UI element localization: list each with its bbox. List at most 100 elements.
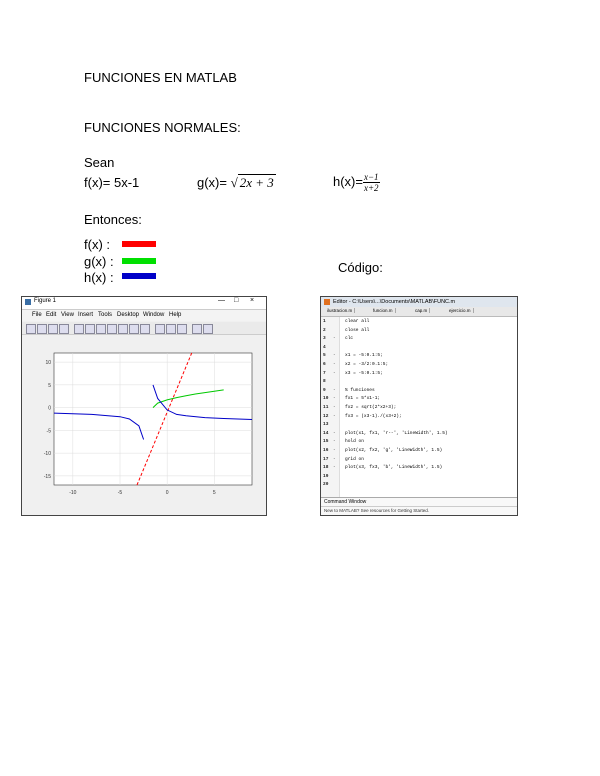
menu-window[interactable]: Window bbox=[143, 312, 164, 318]
breakpoint-marker[interactable]: - bbox=[333, 405, 336, 410]
legend-icon[interactable] bbox=[177, 324, 187, 334]
menu-view[interactable]: View bbox=[61, 312, 74, 318]
editor-icon bbox=[324, 299, 330, 305]
editor-tab[interactable]: cap.m bbox=[415, 308, 431, 313]
new-figure-icon[interactable] bbox=[26, 324, 36, 334]
y-tick-label: -15 bbox=[44, 474, 51, 480]
intro-text: Sean bbox=[84, 155, 115, 170]
breakpoint-marker[interactable]: - bbox=[333, 336, 336, 341]
code-line: fx3 = (x3-1)./(x3+2); bbox=[345, 413, 402, 419]
breakpoint-marker[interactable]: - bbox=[333, 362, 336, 367]
x-tick-label: -5 bbox=[118, 490, 123, 496]
code-line: fx2 = sqrt(2*x2+3); bbox=[345, 405, 397, 410]
line-number: 9 bbox=[323, 387, 326, 393]
breakpoint-marker[interactable]: - bbox=[333, 414, 336, 419]
menu-tools[interactable]: Tools bbox=[98, 312, 112, 318]
close-button[interactable]: × bbox=[250, 297, 254, 304]
command-window[interactable]: Command Window New to MATLAB? See resour… bbox=[321, 497, 517, 515]
command-window-label: Command Window bbox=[321, 498, 517, 507]
line-number: 13 bbox=[323, 422, 329, 428]
rotate-icon[interactable] bbox=[118, 324, 128, 334]
plot-area: -10 -5 0 5 10 5 0 -5 -10 -15 bbox=[26, 335, 262, 511]
line-number: 16 bbox=[323, 448, 329, 453]
line-number: 18 bbox=[323, 465, 329, 471]
line-number: 4 bbox=[323, 344, 326, 350]
menu-desktop[interactable]: Desktop bbox=[117, 312, 139, 318]
menu-help[interactable]: Help bbox=[169, 312, 181, 318]
sqrt-sign: √ bbox=[230, 175, 238, 190]
legend-label-f: f(x) : bbox=[84, 237, 110, 252]
x-tick-label: -10 bbox=[69, 490, 76, 496]
open-file-icon[interactable] bbox=[37, 324, 47, 334]
menu-file[interactable]: File bbox=[32, 312, 42, 318]
code-line: plot(x3, fx3, 'b', 'LineWidth', 1.5) bbox=[345, 465, 443, 471]
editor-tabs: ilustracion.m funcion.m cap.m ejercicio.… bbox=[321, 307, 517, 317]
code-line: plot(x1, fx1, 'r--', 'LineWidth', 1.5) bbox=[345, 430, 448, 436]
then-label: Entonces: bbox=[84, 212, 142, 227]
axes-box bbox=[53, 352, 253, 486]
line-number: 3 bbox=[323, 336, 326, 342]
zoom-in-icon[interactable] bbox=[85, 324, 95, 334]
code-line: clear all bbox=[345, 319, 370, 324]
menu-insert[interactable]: Insert bbox=[78, 312, 93, 318]
breakpoint-marker[interactable]: - bbox=[333, 431, 336, 436]
breakpoint-marker[interactable]: - bbox=[333, 396, 336, 401]
dock-icon[interactable] bbox=[203, 324, 213, 334]
data-cursor-icon[interactable] bbox=[129, 324, 139, 334]
legend-label-g: g(x) : bbox=[84, 254, 114, 269]
matlab-icon bbox=[25, 299, 31, 305]
zoom-out-icon[interactable] bbox=[96, 324, 106, 334]
command-window-text: New to MATLAB? See resources for Getting… bbox=[324, 508, 429, 513]
fraction-numerator: x−1 bbox=[362, 172, 380, 183]
code-line: fx1 = 5*x1-1; bbox=[345, 396, 381, 402]
code-line: hold on bbox=[345, 439, 364, 445]
editor-tab[interactable]: ilustracion.m bbox=[327, 308, 356, 313]
line-number: 17 bbox=[323, 456, 329, 462]
line-number: 14 bbox=[323, 430, 329, 436]
figure-titlebar: Figure 1 — □ × bbox=[22, 297, 266, 310]
pan-icon[interactable] bbox=[107, 324, 117, 334]
breakpoint-marker[interactable]: - bbox=[333, 353, 336, 358]
hide-tools-icon[interactable] bbox=[192, 324, 202, 334]
line-number: 6 bbox=[323, 362, 326, 367]
line-number: 12 bbox=[323, 413, 329, 419]
breakpoint-marker[interactable]: - bbox=[333, 465, 336, 470]
colorbar-icon[interactable] bbox=[166, 324, 176, 334]
editor-tab[interactable]: ejercicio.m bbox=[449, 308, 474, 313]
editor-tab[interactable]: funcion.m bbox=[373, 308, 396, 313]
function-f: f(x)= 5x-1 bbox=[84, 175, 140, 190]
editor-window-screenshot: Editor - C:\Users\...\Documents\MATLAB\F… bbox=[320, 296, 518, 516]
code-line: close all bbox=[345, 327, 370, 333]
minimize-button[interactable]: — bbox=[218, 297, 225, 304]
breakpoint-marker[interactable]: - bbox=[333, 388, 336, 393]
print-icon[interactable] bbox=[59, 324, 69, 334]
line-number: 2 bbox=[323, 327, 326, 333]
brush-icon[interactable] bbox=[140, 324, 150, 334]
pointer-icon[interactable] bbox=[74, 324, 84, 334]
code-line: x2 = -3/2:0.1:5; bbox=[345, 362, 389, 367]
maximize-button[interactable]: □ bbox=[234, 297, 238, 304]
plot-svg: -10 -5 0 5 10 5 0 -5 -10 -15 bbox=[44, 352, 253, 496]
link-icon[interactable] bbox=[155, 324, 165, 334]
function-h: h(x)= x−1 x+2 bbox=[333, 172, 380, 193]
y-tick-label: 5 bbox=[48, 383, 51, 389]
y-tick-label: 0 bbox=[48, 406, 51, 412]
breakpoint-marker[interactable]: - bbox=[333, 439, 336, 444]
line-number: 19 bbox=[323, 473, 329, 479]
breakpoint-marker[interactable]: - bbox=[333, 457, 336, 462]
breakpoint-marker[interactable]: - bbox=[333, 448, 336, 453]
function-g-radicand: 2x + 3 bbox=[237, 174, 276, 190]
code-line: grid on bbox=[345, 456, 364, 462]
save-icon[interactable] bbox=[48, 324, 58, 334]
breakpoint-marker[interactable]: - bbox=[333, 371, 336, 376]
menu-edit[interactable]: Edit bbox=[46, 312, 56, 318]
y-tick-label: 10 bbox=[45, 360, 51, 366]
line-number: 7 bbox=[323, 370, 326, 376]
legend-label-h: h(x) : bbox=[84, 270, 114, 285]
fraction: x−1 x+2 bbox=[362, 172, 380, 193]
code-label: Código: bbox=[338, 260, 383, 275]
function-g-prefix: g(x)= bbox=[197, 175, 231, 190]
code-line: plot(x2, fx2, 'g', 'LineWidth', 1.5) bbox=[345, 448, 443, 453]
line-number: 15 bbox=[323, 439, 329, 445]
figure-menubar: File Edit View Insert Tools Desktop Wind… bbox=[22, 310, 266, 321]
